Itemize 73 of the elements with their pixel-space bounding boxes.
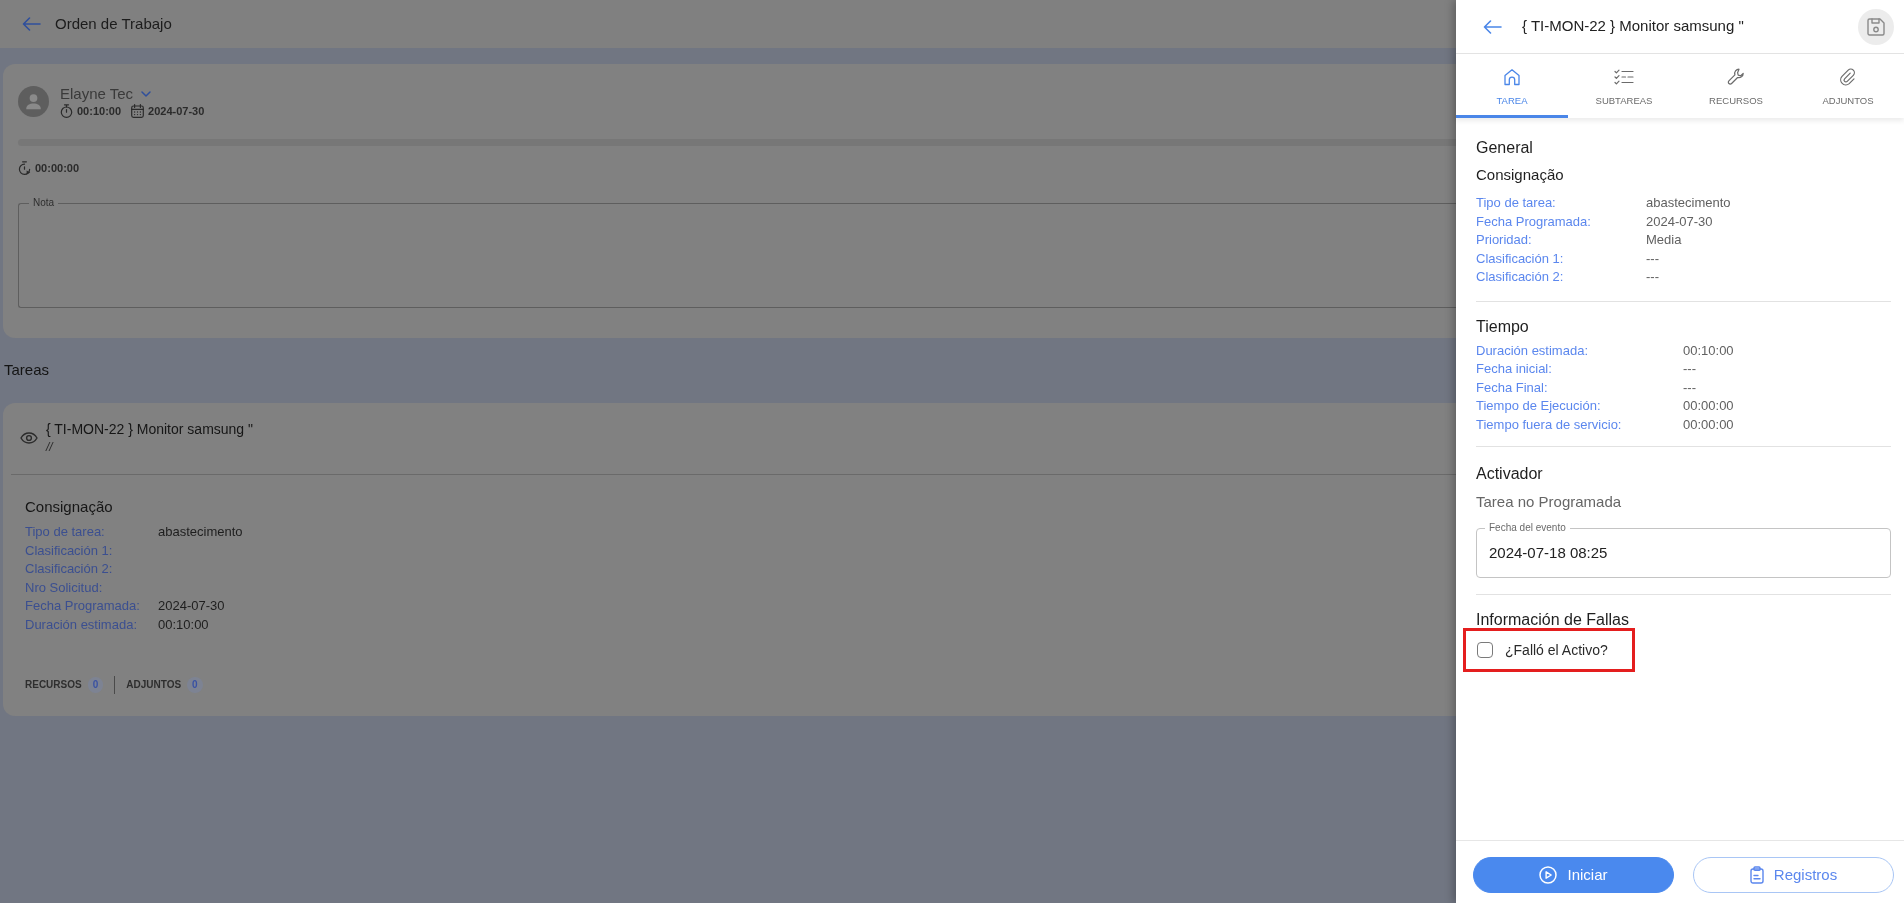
play-circle-icon [1539,866,1558,884]
date-text: 2024-07-30 [148,104,205,118]
counter-label: RECURSOS [25,677,82,692]
task-title: { TI-MON-22 } Monitor samsung " [46,420,253,438]
field-value: 00:00:00 [1683,397,1734,415]
field-label: Clasificación 1: [25,541,114,560]
section-heading: Tareas [4,360,51,380]
subsection-heading: Consignação [1476,166,1565,184]
checkbox[interactable] [1477,642,1493,658]
stopwatch-icon [60,104,73,118]
timer-text: 00:00:00 [35,161,80,175]
field-label: Clasificación 1: [1476,249,1565,268]
section-heading: Consignação [25,497,114,517]
field-label: Clasificación 2: [25,560,114,579]
field-value: abastecimento [158,523,243,541]
section-heading: Información de Fallas [1476,610,1630,630]
back-arrow-icon[interactable] [22,17,41,31]
event-date-field[interactable]: Fecha del evento 2024-07-18 08:25 [1476,522,1891,578]
field-label: Nro Solicitud: [25,578,104,597]
timer-icon [18,161,31,175]
eye-icon[interactable] [20,432,38,444]
tab[interactable]: ADJUNTOS [1792,54,1904,118]
counter-label: ADJUNTOS [126,677,182,692]
field-label: Duración estimada: [25,615,138,634]
clipboard-icon [1749,866,1764,884]
page-title: Orden de Trabajo [55,13,172,34]
avatar-icon [18,86,49,117]
field-label: Tiempo de Ejecución: [1476,397,1602,415]
section-heading: Tiempo [1476,316,1530,337]
section-heading: Activador [1476,464,1544,484]
count-badge: 0 [187,676,203,693]
field-label: Prioridad: [1476,231,1533,249]
duration-text: 00:10:00 [77,104,122,118]
chevron-down-icon[interactable] [141,91,152,97]
field-label: Fecha inicial: [1476,360,1553,378]
task-subtitle: // [46,439,55,456]
panel-title: { TI-MON-22 } Monitor samsung " [1522,16,1745,37]
field-value: 00:00:00 [1683,415,1734,434]
field-value: 2024-07-30 [1646,212,1714,231]
field-value: abastecimento [1646,194,1731,212]
tab[interactable]: SUBTAREAS [1568,54,1680,118]
tab[interactable]: TAREA [1456,54,1568,118]
calendar-icon [131,104,145,118]
field-value: 00:10:00 [158,615,210,634]
field-value: --- [1646,268,1660,286]
start-button[interactable]: Iniciar [1473,857,1674,893]
field-label: Fecha Programada: [1476,212,1592,231]
section-heading: General [1476,138,1534,158]
house-icon [1503,67,1521,87]
field-label: Tiempo fuera de servicio: [1476,415,1623,434]
field-value: 2024-07-30 [158,597,226,616]
tab[interactable]: RECURSOS [1680,54,1792,118]
checkbox-label[interactable]: ¿Falló el Activo? [1505,641,1608,659]
wrench-icon [1727,67,1745,87]
field-label: Clasificación 2: [1476,268,1565,286]
field-value: 00:10:00 [1683,341,1734,360]
trigger-type-text: Tarea no Programada [1476,492,1623,512]
field-value: --- [1683,360,1697,378]
count-badge: 0 [87,676,104,693]
field-value: Media [1646,231,1683,249]
paperclip-icon [1839,67,1857,87]
field-label: Fecha Programada: [25,597,141,616]
back-arrow-icon[interactable] [1483,19,1502,34]
field-label: Fecha Final: [1476,378,1549,397]
checklist-icon [1614,67,1634,87]
field-value: --- [1683,378,1697,397]
save-button[interactable] [1858,8,1894,45]
field-label: Tipo de tarea: [1476,194,1557,212]
field-label: Tipo de tarea: [25,523,106,541]
field-label: Duración estimada: [1476,341,1589,360]
field-value: --- [1646,249,1660,268]
records-button[interactable]: Registros [1693,857,1894,893]
note-field[interactable]: Nota [18,197,1456,308]
